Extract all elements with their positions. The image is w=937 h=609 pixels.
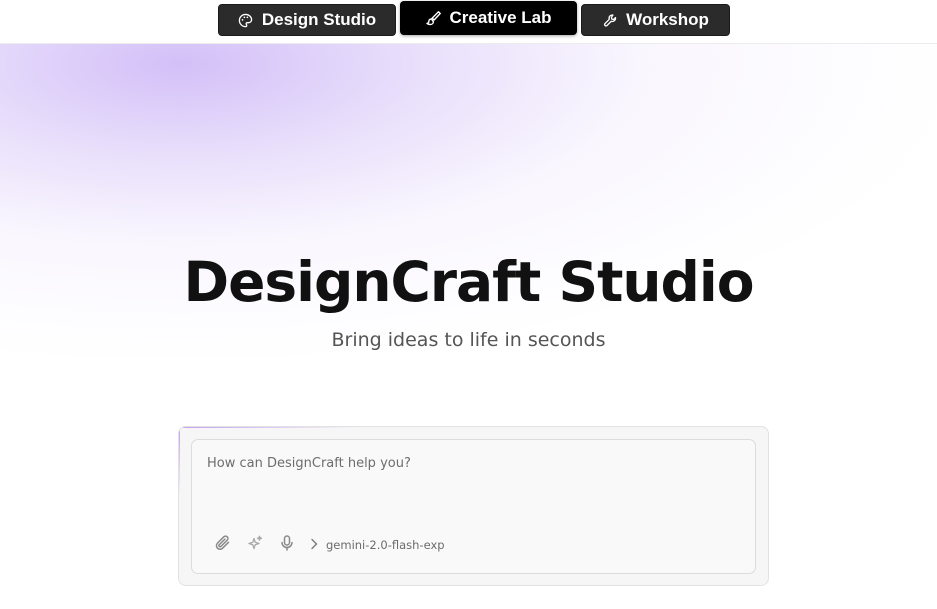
chevron-right-icon [308,537,320,554]
enhance-prompt-button[interactable] [244,534,266,556]
paintbrush-icon [425,10,442,26]
app-page: Design Studio Creative Lab Workshop Desi… [0,0,937,609]
palette-icon [238,12,254,28]
tab-workshop[interactable]: Workshop [581,4,730,36]
tab-creative-lab-label: Creative Lab [449,8,552,27]
composer-input-box: gemini-2.0-flash-exp [191,439,756,574]
paperclip-icon [214,534,232,556]
composer-toolbar: gemini-2.0-flash-exp [212,534,445,556]
page-subtitle: Bring ideas to life in seconds [331,329,606,351]
voice-input-button[interactable] [276,534,298,556]
wrench-icon [602,12,618,28]
tab-workshop-label: Workshop [626,10,709,29]
chat-composer: gemini-2.0-flash-exp [178,426,769,586]
tab-creative-lab[interactable]: Creative Lab [400,1,577,35]
attach-button[interactable] [212,534,234,556]
tab-design-studio-label: Design Studio [261,10,377,29]
prompt-input[interactable] [207,456,737,506]
page-title: DesignCraft Studio [183,250,754,314]
top-tab-bar: Design Studio Creative Lab Workshop [0,0,937,44]
microphone-icon [278,534,296,556]
sparkles-icon [246,534,264,556]
tab-design-studio[interactable]: Design Studio [218,4,396,36]
model-selector[interactable]: gemini-2.0-flash-exp [308,537,445,554]
model-name: gemini-2.0-flash-exp [326,538,445,552]
